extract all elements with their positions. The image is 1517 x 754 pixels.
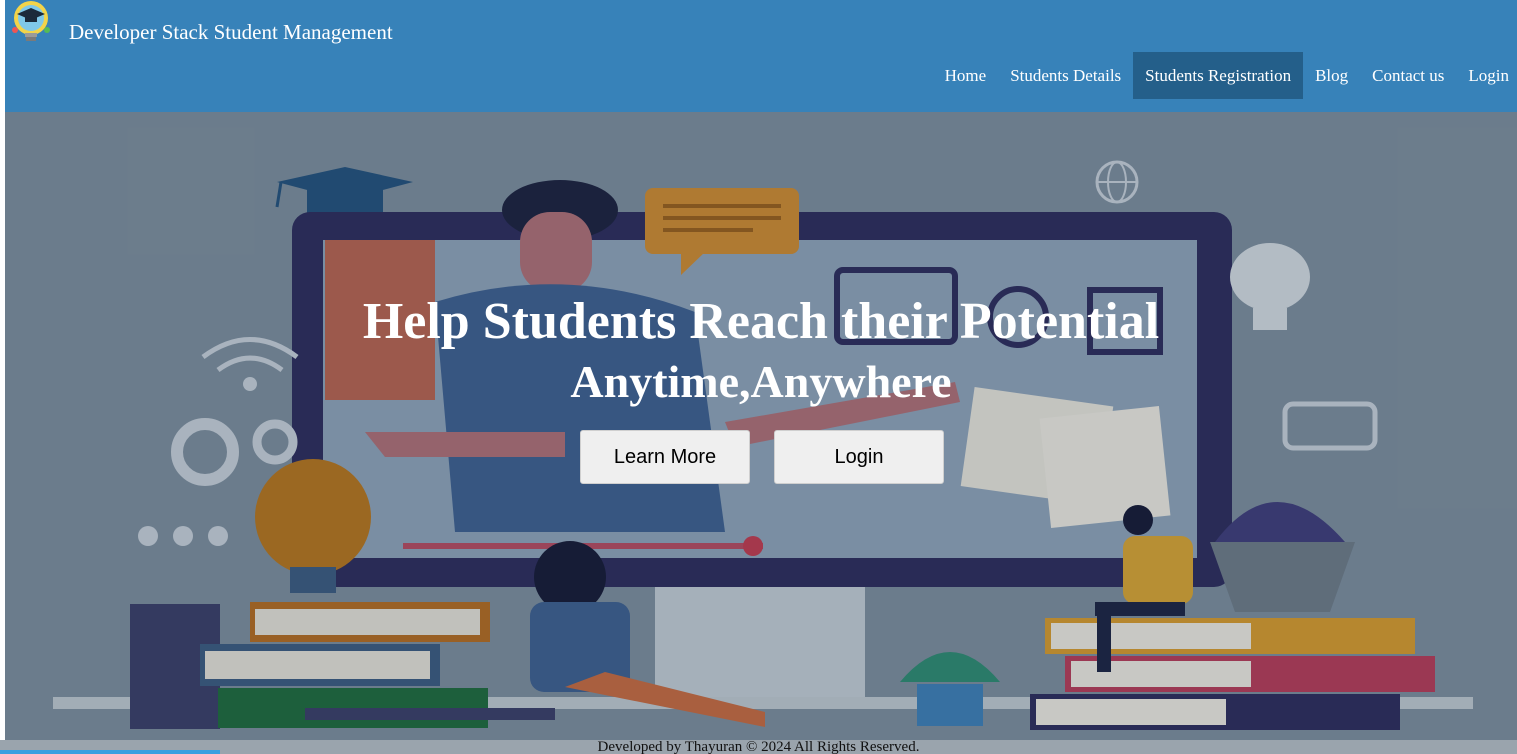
nav-home[interactable]: Home (933, 52, 999, 99)
graduation-bulb-logo-icon[interactable] (7, 0, 57, 44)
hero-headline: Help Students Reach their Potential (362, 293, 1160, 350)
footer-copyright: Developed by Thayuran © 2024 All Rights … (597, 740, 920, 754)
nav-students-registration[interactable]: Students Registration (1133, 52, 1304, 99)
footer: Developed by Thayuran © 2024 All Rights … (0, 740, 1517, 754)
hero-banner: Help Students Reach their Potential Anyt… (5, 112, 1517, 740)
hero-overlay (5, 112, 1517, 740)
main-nav: Home Students Details Students Registrat… (933, 52, 1517, 99)
hero-subheadline: Anytime,Anywhere (570, 356, 952, 407)
nav-contact-us[interactable]: Contact us (1360, 52, 1456, 99)
nav-blog[interactable]: Blog (1303, 52, 1360, 99)
navbar: Developer Stack Student Management Home … (5, 0, 1517, 112)
hero-login-button[interactable]: Login (774, 430, 944, 484)
brand-title[interactable]: Developer Stack Student Management (69, 20, 393, 45)
nav-login[interactable]: Login (1456, 52, 1517, 99)
nav-students-details[interactable]: Students Details (998, 52, 1133, 99)
learn-more-button[interactable]: Learn More (580, 430, 750, 484)
